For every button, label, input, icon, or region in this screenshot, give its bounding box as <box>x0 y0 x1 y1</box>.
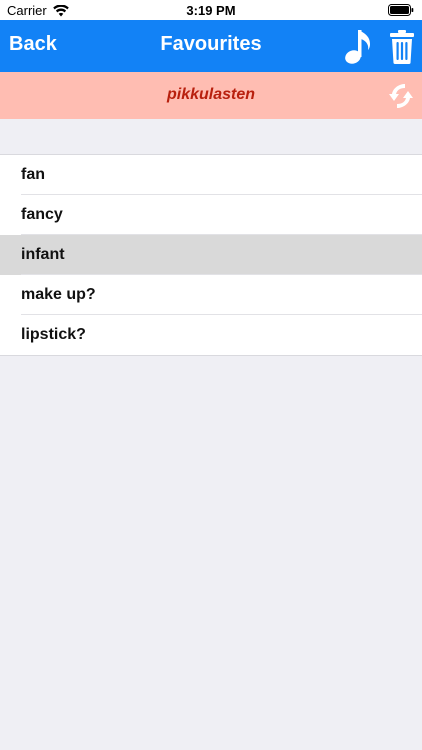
music-button[interactable] <box>342 27 376 65</box>
delete-button[interactable] <box>388 29 416 65</box>
page-title: Favourites <box>160 33 262 55</box>
list-item-label: lipstick? <box>21 326 86 343</box>
status-time: 3:19 PM <box>186 3 236 18</box>
list-item-label: fan <box>21 166 45 183</box>
swap-icon <box>389 84 413 108</box>
swap-button[interactable] <box>385 80 417 112</box>
list-item[interactable]: fan <box>0 155 422 195</box>
back-button[interactable]: Back <box>9 33 57 56</box>
favourites-list: fan fancy infant make up? lipstick? <box>0 154 422 356</box>
status-bar: Carrier 3:19 PM <box>0 0 422 20</box>
list-item-label: infant <box>21 246 65 263</box>
list-item[interactable]: infant <box>0 235 422 275</box>
list-item-label: fancy <box>21 206 63 223</box>
navigation-bar: Back Favourites <box>0 20 422 72</box>
music-note-icon <box>345 30 370 64</box>
battery-icon <box>388 4 414 16</box>
trash-icon <box>390 30 414 64</box>
translation-text: pikkulasten <box>166 86 256 103</box>
list-item[interactable]: lipstick? <box>0 315 422 355</box>
list-item[interactable]: fancy <box>0 195 422 235</box>
list-item-label: make up? <box>21 286 96 303</box>
translation-banner: pikkulasten <box>0 72 422 119</box>
list-item[interactable]: make up? <box>0 275 422 315</box>
